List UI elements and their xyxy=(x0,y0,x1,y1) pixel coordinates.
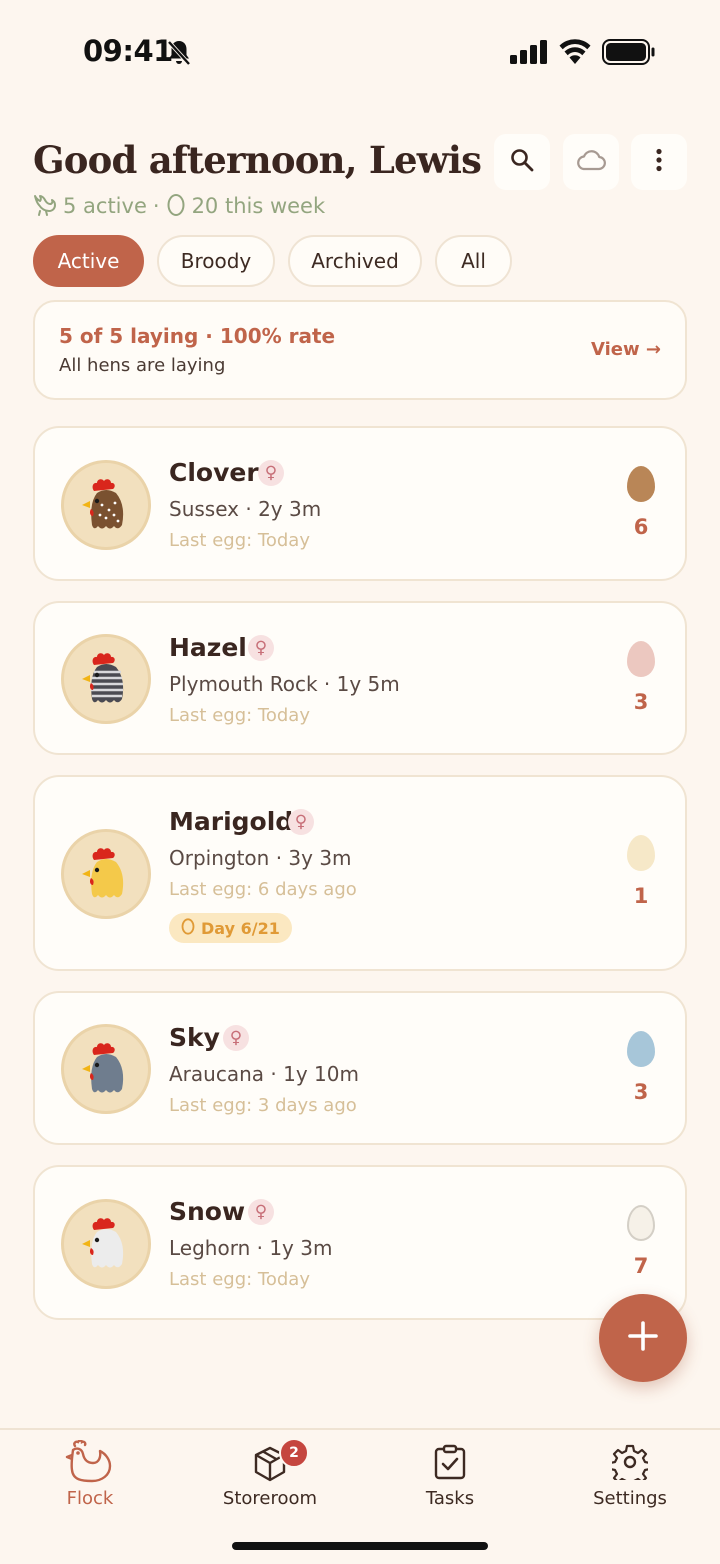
cloud-icon xyxy=(575,148,607,176)
more-vertical-icon xyxy=(655,148,663,176)
laying-rate: 5 of 5 laying · 100% rate xyxy=(59,324,336,348)
laying-summary-card[interactable]: 5 of 5 laying · 100% rate All hens are l… xyxy=(33,300,687,400)
female-icon: ♀ xyxy=(248,1199,274,1225)
stats-separator: · xyxy=(152,194,160,218)
filter-active[interactable]: Active xyxy=(33,235,144,287)
bell-muted-icon xyxy=(166,38,192,72)
filter-broody[interactable]: Broody xyxy=(157,235,275,287)
flock-stats: 5 active · 20 this week xyxy=(31,192,325,220)
view-link[interactable]: View → xyxy=(591,339,661,360)
egg-outline-icon xyxy=(166,191,186,222)
egg-count: 3 xyxy=(633,690,649,714)
nav-label: Flock xyxy=(66,1488,114,1509)
chicken-icon xyxy=(65,1439,115,1492)
search-button[interactable] xyxy=(494,134,550,190)
laying-status: All hens are laying xyxy=(59,355,226,376)
hen-avatar xyxy=(61,1199,151,1289)
more-options-button[interactable] xyxy=(631,134,687,190)
female-icon: ♀ xyxy=(223,1025,249,1051)
storeroom-badge: 2 xyxy=(279,1438,309,1468)
search-icon xyxy=(509,147,535,177)
hen-breed-age: Leghorn · 1y 3m xyxy=(169,1236,333,1260)
egg-icon xyxy=(627,1205,655,1241)
hen-card-snow[interactable]: Snow ♀ Leghorn · 1y 3m Last egg: Today 7 xyxy=(33,1165,687,1320)
plus-icon xyxy=(627,1320,659,1356)
egg-count: 1 xyxy=(633,884,649,908)
cellular-signal-icon xyxy=(510,40,548,68)
filter-all[interactable]: All xyxy=(435,235,512,287)
hen-card-hazel[interactable]: Hazel ♀ Plymouth Rock · 1y 5m Last egg: … xyxy=(33,601,687,755)
hen-card-clover[interactable]: Clover ♀ Sussex · 2y 3m Last egg: Today … xyxy=(33,426,687,581)
egg-count: 3 xyxy=(633,1080,649,1104)
gear-icon xyxy=(608,1444,652,1488)
broody-day-badge: Day 6/21 xyxy=(169,913,292,943)
broody-day-label: Day 6/21 xyxy=(201,918,280,938)
egg-icon xyxy=(627,641,655,677)
nav-label: Settings xyxy=(593,1488,667,1509)
week-egg-count: 20 this week xyxy=(191,194,326,218)
hen-breed-age: Sussex · 2y 3m xyxy=(169,497,322,521)
nav-label: Tasks xyxy=(425,1488,475,1509)
hen-avatar xyxy=(61,634,151,724)
hen-name: Snow xyxy=(169,1197,246,1226)
hen-name: Clover xyxy=(169,458,259,487)
nav-settings[interactable]: Settings xyxy=(540,1430,720,1530)
hen-name: Hazel xyxy=(169,633,247,662)
hen-avatar xyxy=(61,829,151,919)
hen-breed-age: Araucana · 1y 10m xyxy=(169,1062,359,1086)
filter-archived[interactable]: Archived xyxy=(288,235,422,287)
home-indicator xyxy=(232,1542,488,1550)
hen-breed-age: Plymouth Rock · 1y 5m xyxy=(169,672,400,696)
hen-name: Marigold xyxy=(169,807,294,836)
egg-count: 7 xyxy=(633,1254,649,1278)
wifi-icon xyxy=(558,38,592,68)
nav-flock[interactable]: Flock xyxy=(0,1430,180,1530)
egg-icon xyxy=(627,835,655,871)
hen-breed-age: Orpington · 3y 3m xyxy=(169,846,352,870)
egg-outline-icon xyxy=(181,917,195,939)
hen-avatar xyxy=(61,460,151,550)
egg-icon xyxy=(627,1031,655,1067)
chicken-icon xyxy=(31,191,57,222)
nav-label: Storeroom xyxy=(222,1488,318,1509)
clipboard-check-icon xyxy=(433,1444,467,1484)
hen-last-egg: Last egg: Today xyxy=(169,530,310,551)
hen-last-egg: Last egg: 3 days ago xyxy=(169,1095,357,1116)
female-icon: ♀ xyxy=(288,809,314,835)
hen-last-egg: Last egg: Today xyxy=(169,1269,310,1290)
nav-tasks[interactable]: Tasks xyxy=(360,1430,540,1530)
greeting-title: Good afternoon, Lewis xyxy=(33,138,482,182)
nav-storeroom[interactable]: 2 Storeroom xyxy=(180,1430,360,1530)
cloud-sync-button[interactable] xyxy=(563,134,619,190)
hen-last-egg: Last egg: 6 days ago xyxy=(169,879,357,900)
status-bar: 09:41 xyxy=(0,0,720,100)
female-icon: ♀ xyxy=(258,460,284,486)
hen-name: Sky xyxy=(169,1023,220,1052)
active-count: 5 active xyxy=(63,194,147,218)
filter-chips: Active Broody Archived All xyxy=(33,235,512,287)
hen-card-marigold[interactable]: Marigold ♀ Orpington · 3y 3m Last egg: 6… xyxy=(33,775,687,971)
egg-count: 6 xyxy=(633,515,649,539)
add-hen-button[interactable] xyxy=(599,1294,687,1382)
hen-last-egg: Last egg: Today xyxy=(169,705,310,726)
hen-avatar xyxy=(61,1024,151,1114)
battery-icon xyxy=(602,39,656,69)
egg-icon xyxy=(627,466,655,502)
female-icon: ♀ xyxy=(248,635,274,661)
hen-card-sky[interactable]: Sky ♀ Araucana · 1y 10m Last egg: 3 days… xyxy=(33,991,687,1145)
status-time: 09:41 xyxy=(83,34,173,68)
